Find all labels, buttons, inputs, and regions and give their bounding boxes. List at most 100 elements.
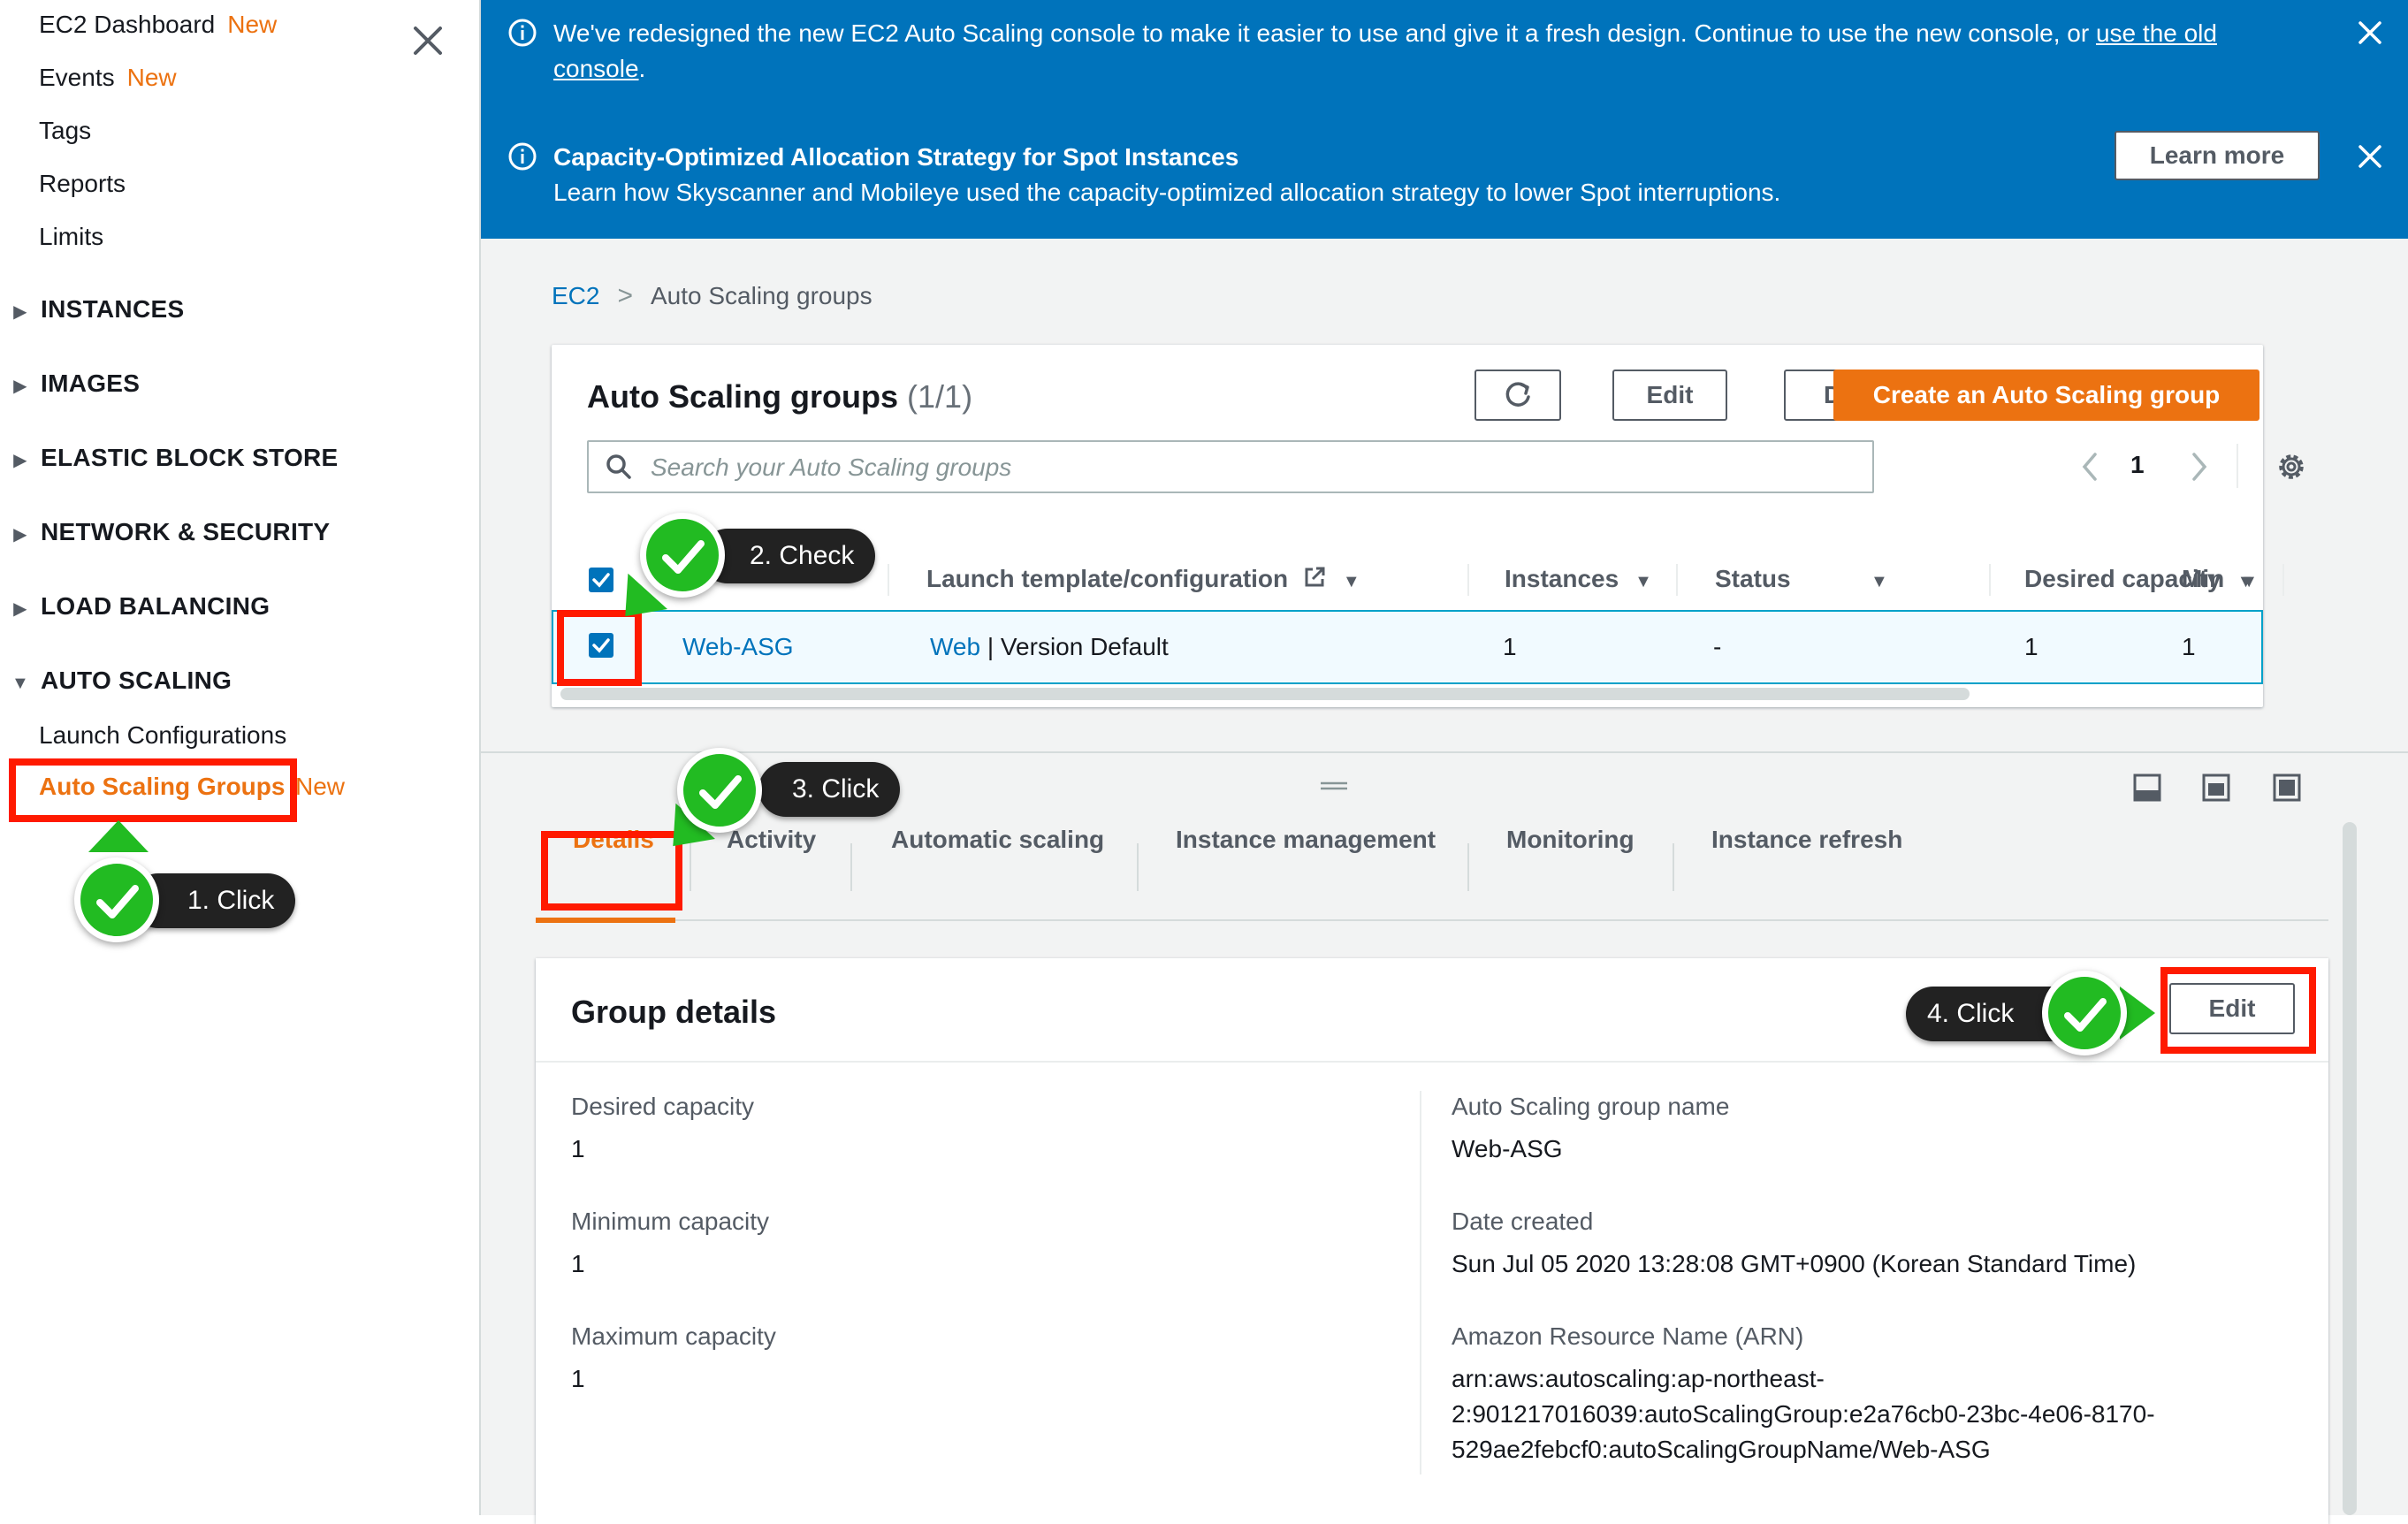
column-header-status[interactable]: Status: [1715, 541, 1791, 617]
refresh-icon: [1505, 382, 1530, 407]
sidebar-item-label: Launch Configurations: [39, 721, 287, 749]
sidebar: EC2 Dashboard New Events New Tags Reports …: [0, 0, 481, 1515]
sidebar-section-images[interactable]: ▶ IMAGES: [0, 370, 140, 398]
sidebar-item-launch-configurations[interactable]: Launch Configurations: [39, 721, 286, 750]
flash-redesign-notice: We've redesigned the new EC2 Auto Scalin…: [481, 0, 2408, 120]
column-header-launch-template[interactable]: Launch template/configuration ▼: [926, 541, 1360, 617]
column-label: Min: [2182, 565, 2225, 592]
status-cell: -: [1713, 633, 1722, 660]
column-header-instances[interactable]: Instances ▼: [1505, 541, 1652, 617]
annotation-highlight-row-checkbox: [557, 610, 642, 686]
new-badge: New: [227, 11, 278, 38]
sidebar-item-label: Events: [39, 64, 115, 91]
desired-capacity-label: Desired capacity: [571, 1093, 754, 1120]
caret-right-icon: ▶: [13, 525, 27, 545]
create-auto-scaling-group-button[interactable]: Create an Auto Scaling group: [1833, 370, 2259, 421]
sidebar-section-network-security[interactable]: ▶ NETWORK & SECURITY: [0, 518, 330, 546]
info-icon: [507, 141, 537, 171]
panel-side-icon[interactable]: [2201, 773, 2231, 803]
dismiss-close-icon[interactable]: [2355, 18, 2385, 48]
sidebar-item-limits[interactable]: Limits: [39, 223, 103, 251]
tab-instance-management[interactable]: Instance management: [1176, 804, 1436, 875]
sidebar-item-label: Limits: [39, 223, 104, 250]
column-header-min[interactable]: Min ▼: [2182, 541, 2258, 617]
breadcrumb-ec2-link[interactable]: EC2: [552, 282, 599, 309]
maximum-capacity-value: 1: [571, 1365, 585, 1392]
breadcrumb: EC2 > Auto Scaling groups: [552, 281, 873, 311]
sort-caret-icon[interactable]: ▼: [1855, 541, 1888, 617]
gear-icon[interactable]: [2274, 449, 2309, 484]
tab-instance-refresh[interactable]: Instance refresh: [1711, 804, 1902, 875]
search-placeholder: Search your Auto Scaling groups: [651, 453, 1012, 481]
date-created-label: Date created: [1452, 1208, 1594, 1235]
search-input[interactable]: Search your Auto Scaling groups: [587, 440, 1874, 493]
refresh-button[interactable]: [1475, 370, 1561, 421]
search-icon: [605, 453, 633, 481]
sidebar-item-events[interactable]: Events New: [39, 64, 177, 92]
section-label: AUTO SCALING: [41, 667, 232, 694]
flash-message: We've redesigned the new EC2 Auto Scalin…: [553, 16, 2304, 87]
sidebar-section-instances[interactable]: ▶ INSTANCES: [0, 295, 184, 324]
sidebar-section-ebs[interactable]: ▶ ELASTIC BLOCK STORE: [0, 444, 339, 472]
caret-down-icon: ▼: [11, 674, 30, 693]
panel-full-icon[interactable]: [2272, 773, 2302, 803]
dismiss-close-icon[interactable]: [2355, 141, 2385, 171]
sidebar-item-tags[interactable]: Tags: [39, 117, 91, 145]
caret-right-icon: ▶: [13, 302, 27, 322]
vertical-scrollbar[interactable]: [2343, 822, 2357, 1515]
checkmark-icon: [677, 748, 762, 833]
sidebar-section-load-balancing[interactable]: ▶ LOAD BALANCING: [0, 592, 270, 621]
caret-right-icon: ▶: [13, 377, 27, 396]
select-all-checkbox[interactable]: [589, 568, 613, 592]
external-link-icon: [1305, 567, 1325, 587]
column-divider: [888, 564, 889, 596]
tab-monitoring[interactable]: Monitoring: [1506, 804, 1635, 875]
arn-label: Amazon Resource Name (ARN): [1452, 1322, 1804, 1350]
table-count: (1/1): [907, 378, 973, 415]
sort-caret-icon: ▼: [1635, 572, 1652, 591]
column-divider: [1676, 564, 1678, 596]
divider: [2237, 444, 2238, 488]
checkmark-icon: [640, 513, 725, 598]
maximum-capacity-label: Maximum capacity: [571, 1322, 776, 1350]
launch-template-link[interactable]: Web: [930, 633, 980, 660]
tabs-baseline: [536, 919, 2328, 921]
instances-cell: 1: [1503, 633, 1517, 660]
split-panel: Details Activity Automatic scaling Insta…: [481, 753, 2408, 1524]
column-divider: [1989, 564, 1991, 596]
minimum-capacity-label: Minimum capacity: [571, 1208, 770, 1235]
sidebar-item-label: Reports: [39, 170, 126, 197]
desired-capacity-value: 1: [571, 1135, 585, 1162]
table-title-text: Auto Scaling groups: [587, 378, 899, 415]
flash-title: Capacity-Optimized Allocation Strategy f…: [553, 143, 1239, 171]
column-label: Status: [1715, 565, 1791, 592]
panel-bottom-icon[interactable]: [2132, 773, 2162, 803]
sidebar-section-auto-scaling[interactable]: ▼ AUTO SCALING: [0, 667, 232, 695]
flash-text: We've redesigned the new EC2 Auto Scalin…: [553, 19, 2096, 47]
asg-name-link[interactable]: Web-ASG: [682, 612, 794, 682]
column-divider: [2282, 564, 2284, 596]
learn-more-button[interactable]: Learn more: [2115, 131, 2320, 180]
sidebar-item-ec2-dashboard[interactable]: EC2 Dashboard New: [39, 11, 277, 39]
template-version: | Version Default: [987, 633, 1169, 660]
resize-handle-icon[interactable]: [1319, 780, 1349, 792]
page-number[interactable]: 1: [2130, 451, 2145, 479]
new-badge: New: [126, 64, 177, 91]
edit-button[interactable]: Edit: [1612, 370, 1727, 421]
minimum-capacity-value: 1: [571, 1250, 585, 1277]
section-label: LOAD BALANCING: [41, 592, 271, 620]
min-cell: 1: [2182, 633, 2196, 660]
table-row[interactable]: Web-ASG Web | Version Default 1 - 1 1: [552, 610, 2263, 684]
sidebar-item-reports[interactable]: Reports: [39, 170, 126, 198]
arn-value-line-1: arn:aws:autoscaling:ap-northeast-: [1452, 1365, 1825, 1392]
next-page-icon[interactable]: [2185, 449, 2214, 484]
section-label: INSTANCES: [41, 295, 185, 323]
tab-divider: [1467, 843, 1469, 891]
horizontal-scrollbar-thumb[interactable]: [560, 688, 1970, 700]
section-label: IMAGES: [41, 370, 141, 397]
arn-value-line-3: 529ae2febcf0:autoScalingGroupName/Web-AS…: [1452, 1436, 1991, 1463]
tab-automatic-scaling[interactable]: Automatic scaling: [891, 804, 1104, 875]
previous-page-icon[interactable]: [2076, 449, 2104, 484]
flash-text-end: .: [638, 55, 646, 82]
close-icon[interactable]: [408, 21, 447, 60]
